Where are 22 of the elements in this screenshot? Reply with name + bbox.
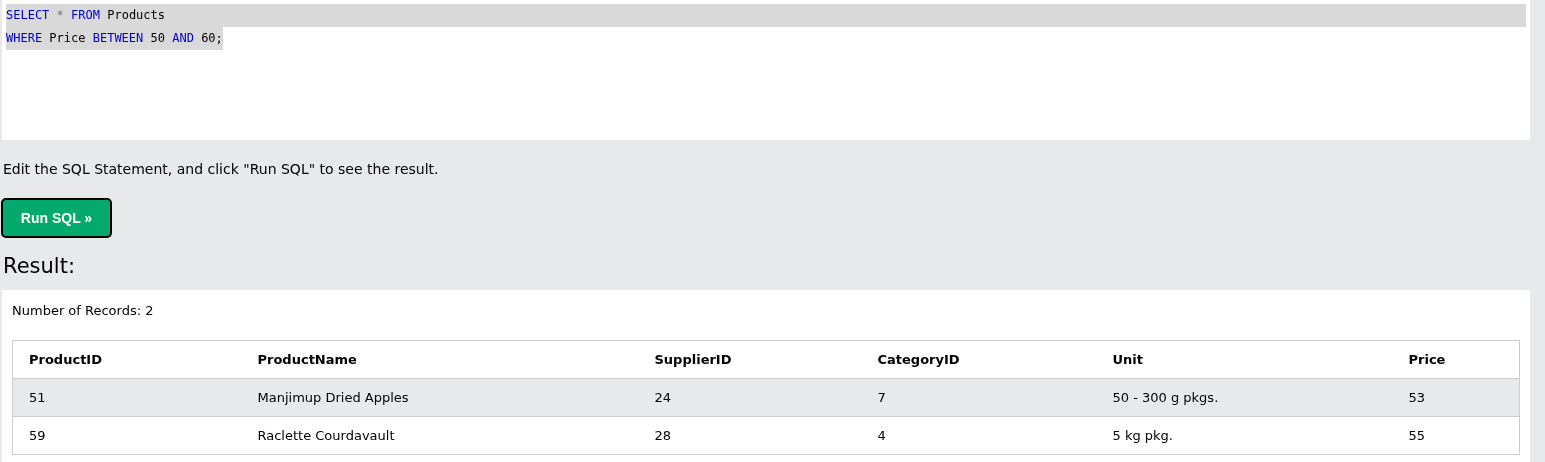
table-cell: 5 kg pkg. [1096,416,1393,455]
column-header: Price [1392,340,1520,379]
table-cell: 53 [1392,378,1520,417]
table-cell: 24 [638,378,862,417]
instruction-text: Edit the SQL Statement, and click "Run SQL" to see the result. [3,160,440,179]
table-cell: 51 [12,378,242,417]
table-cell: 4 [861,416,1097,455]
table-cell: 59 [12,416,242,455]
result-heading: Result: [3,253,76,280]
table-cell: Raclette Courdavault [241,416,639,455]
column-header: SupplierID [638,340,862,379]
table-cell: 28 [638,416,862,455]
table-cell: 50 - 300 g pkgs. [1096,378,1393,417]
table-cell: Manjimup Dried Apples [241,378,639,417]
table-cell: 7 [861,378,1097,417]
column-header: ProductName [241,340,639,379]
column-header: CategoryID [861,340,1097,379]
column-header: ProductID [12,340,242,379]
code-editor[interactable]: SELECT * FROM Products WHERE Price BETWEEN 50 AND 60; [2,0,1530,140]
column-header: Unit [1096,340,1393,379]
record-count: Number of Records: 2 [12,302,155,320]
table-cell: 55 [1392,416,1520,455]
